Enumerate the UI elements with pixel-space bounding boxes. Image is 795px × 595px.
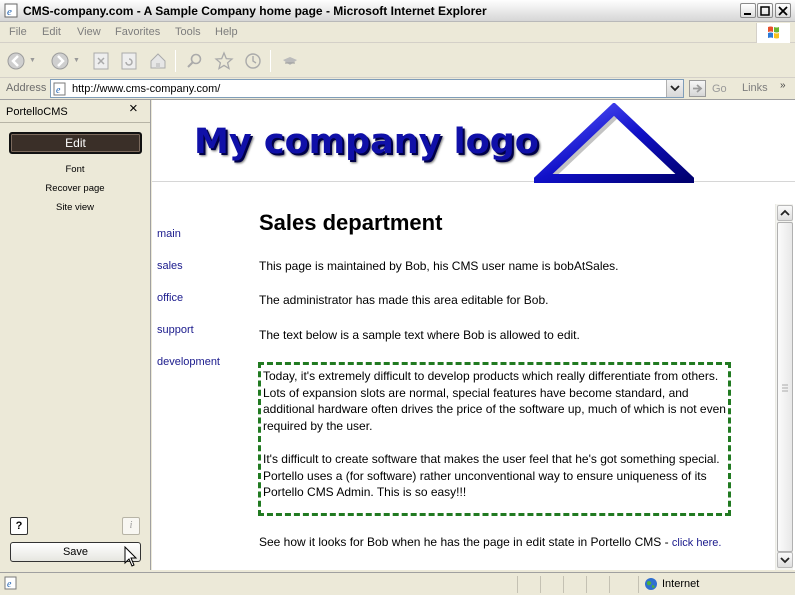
- footer-text: See how it looks for Bob when he has the…: [259, 535, 672, 549]
- nav-link-support[interactable]: support: [157, 324, 194, 336]
- scroll-down-button[interactable]: [777, 552, 793, 568]
- sidebar-link-font[interactable]: Font: [0, 164, 150, 175]
- title-bar: e CMS-company.com - A Sample Company hom…: [0, 0, 795, 22]
- company-logo: My company logo: [152, 100, 795, 183]
- grip-icon: [782, 384, 788, 392]
- status-bar: e Internet: [0, 572, 795, 595]
- nav-link-office[interactable]: office: [157, 292, 183, 304]
- status-cell: [638, 576, 639, 593]
- address-label: Address: [6, 82, 47, 94]
- address-dropdown-button[interactable]: [666, 80, 683, 97]
- security-zone-label: Internet: [662, 578, 700, 590]
- maximize-icon: [760, 6, 770, 16]
- refresh-icon[interactable]: [119, 51, 139, 71]
- chevron-up-icon: [780, 209, 790, 216]
- scroll-up-button[interactable]: [777, 205, 793, 221]
- chevron-down-icon: [670, 85, 680, 92]
- intro-paragraph: This page is maintained by Bob, his CMS …: [259, 259, 619, 273]
- status-cell: [540, 576, 541, 593]
- logo-triangle-icon: [534, 103, 694, 183]
- click-here-link[interactable]: click here.: [672, 537, 722, 549]
- ie-page-icon: e: [4, 3, 18, 18]
- back-dropdown-icon[interactable]: ▼: [29, 57, 36, 64]
- home-icon[interactable]: [148, 51, 168, 71]
- minimize-icon: [744, 13, 751, 15]
- admin-paragraph: The administrator has made this area edi…: [259, 293, 549, 307]
- page-content: My company logo main sales office suppor…: [152, 100, 795, 570]
- nav-link-sales[interactable]: sales: [157, 260, 183, 272]
- scroll-thumb[interactable]: [777, 222, 793, 552]
- sidebar-divider: [0, 122, 150, 123]
- sidebar-link-site-view[interactable]: Site view: [0, 202, 150, 213]
- sidebar-link-recover-page[interactable]: Recover page: [0, 183, 150, 194]
- editable-paragraph[interactable]: It's difficult to create software that m…: [263, 451, 728, 501]
- toolbar: ▼ ▼: [0, 43, 795, 78]
- maximize-button[interactable]: [757, 3, 773, 18]
- ie-page-icon: e: [4, 576, 17, 590]
- back-icon[interactable]: [6, 51, 26, 71]
- svg-text:e: e: [7, 579, 12, 590]
- help-button[interactable]: ?: [10, 517, 28, 535]
- address-input[interactable]: e http://www.cms-company.com/: [50, 79, 684, 98]
- sidebar-close-icon[interactable]: ×: [129, 101, 138, 116]
- toolbar-separator: [270, 50, 271, 72]
- status-cell: [586, 576, 587, 593]
- favorites-icon[interactable]: [214, 51, 234, 71]
- menu-view[interactable]: View: [77, 26, 101, 38]
- menu-tools[interactable]: Tools: [175, 26, 201, 38]
- info-button[interactable]: i: [122, 517, 140, 535]
- edit-button[interactable]: Edit: [9, 132, 142, 154]
- address-bar: Address e http://www.cms-company.com/ Go…: [0, 78, 795, 100]
- windows-flag-icon: [756, 23, 790, 43]
- logo-text: My company logo: [194, 122, 539, 162]
- menu-favorites[interactable]: Favorites: [115, 26, 160, 38]
- page-title: Sales department: [259, 210, 443, 235]
- chevron-down-icon: [780, 557, 790, 564]
- go-arrow-icon: [689, 80, 706, 97]
- status-cell: [609, 576, 610, 593]
- address-url: http://www.cms-company.com/: [72, 83, 221, 95]
- editable-region[interactable]: Today, it's extremely difficult to devel…: [258, 362, 731, 516]
- svg-text:e: e: [7, 6, 12, 18]
- vertical-scrollbar[interactable]: [775, 204, 793, 570]
- menu-bar: File Edit View Favorites Tools Help: [0, 22, 795, 43]
- search-icon[interactable]: [184, 51, 204, 71]
- ie-page-icon: e: [53, 82, 66, 96]
- stop-icon[interactable]: [91, 51, 111, 71]
- menu-help[interactable]: Help: [215, 26, 238, 38]
- toolbar-separator: [175, 50, 176, 72]
- menu-file[interactable]: File: [9, 26, 27, 38]
- status-cell: [517, 576, 518, 593]
- editable-paragraph[interactable]: Today, it's extremely difficult to devel…: [263, 368, 728, 434]
- forward-dropdown-icon[interactable]: ▼: [73, 57, 80, 64]
- cms-sidebar: PortelloCMS × Edit Font Recover page Sit…: [0, 100, 151, 570]
- globe-icon: [645, 578, 657, 590]
- sidebar-title: PortelloCMS: [6, 106, 68, 118]
- go-button[interactable]: Go: [689, 80, 729, 98]
- nav-link-development[interactable]: development: [157, 356, 220, 368]
- forward-icon[interactable]: [50, 51, 70, 71]
- window-title: CMS-company.com - A Sample Company home …: [23, 4, 487, 18]
- links-button[interactable]: Links: [742, 82, 768, 94]
- status-cell: [563, 576, 564, 593]
- close-icon: [778, 6, 788, 16]
- svg-text:e: e: [56, 85, 61, 96]
- close-button[interactable]: [775, 3, 791, 18]
- mail-icon[interactable]: [280, 51, 300, 71]
- minimize-button[interactable]: [740, 3, 756, 18]
- menu-edit[interactable]: Edit: [42, 26, 61, 38]
- save-button[interactable]: Save: [10, 542, 141, 562]
- footer-paragraph: See how it looks for Bob when he has the…: [259, 534, 739, 552]
- history-icon[interactable]: [243, 51, 263, 71]
- nav-link-main[interactable]: main: [157, 228, 181, 240]
- mouse-cursor-icon: [124, 546, 138, 567]
- links-chevron-icon[interactable]: »: [780, 80, 786, 91]
- go-label: Go: [712, 83, 727, 95]
- sample-paragraph: The text below is a sample text where Bo…: [259, 328, 580, 342]
